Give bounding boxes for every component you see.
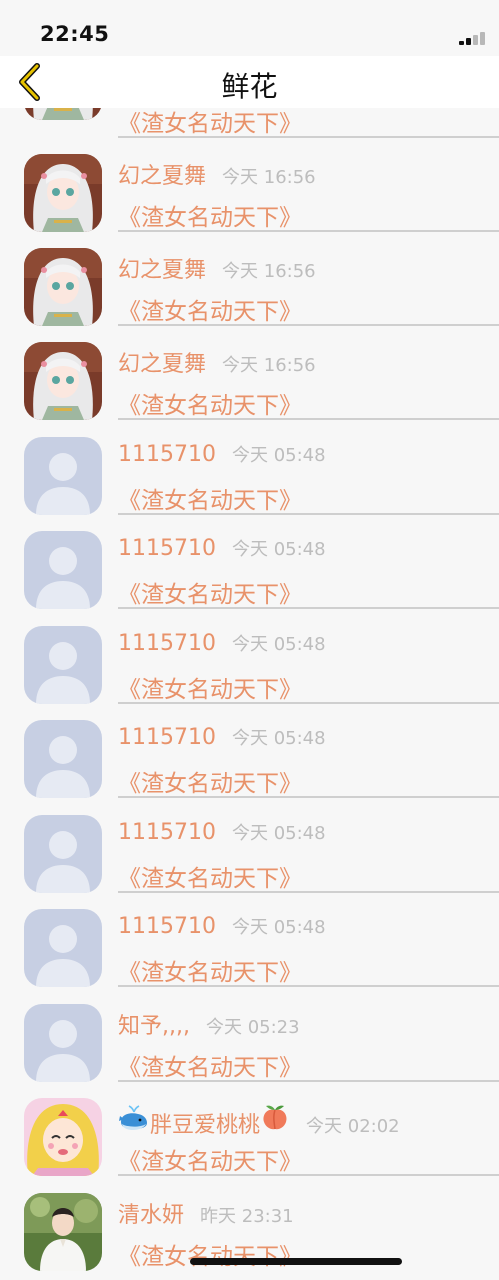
sender-name[interactable]: 幻之夏舞 <box>118 252 206 284</box>
sender-name[interactable]: 1115710 <box>118 914 216 939</box>
timestamp: 今天 05:48 <box>231 539 326 560</box>
divider <box>118 1174 499 1176</box>
avatar[interactable] <box>24 437 102 515</box>
message-text: 《渣女名动天下》 <box>118 1149 302 1175</box>
message-text: 《渣女名动天下》 <box>118 1244 302 1270</box>
list-item[interactable]: 1115710 今天 05:48 《渣女名动天下》 <box>0 531 499 626</box>
page-title: 鲜花 <box>221 70 278 103</box>
divider <box>118 136 499 138</box>
divider <box>118 796 499 798</box>
avatar[interactable] <box>24 248 102 326</box>
list-item[interactable]: 1115710 今天 05:48 《渣女名动天下》 <box>0 437 499 532</box>
timestamp: 今天 05:48 <box>231 634 326 655</box>
timestamp: 今天 16:56 <box>222 261 316 282</box>
peach-icon <box>260 1102 290 1136</box>
avatar[interactable] <box>24 1004 102 1082</box>
avatar[interactable] <box>24 720 102 798</box>
timestamp: 今天 05:23 <box>205 1017 300 1038</box>
status-time: 22:45 <box>40 22 110 46</box>
list-item[interactable]: 胖豆爱桃桃 今天 02:02 《渣女名动天下》 <box>0 1098 499 1193</box>
divider <box>118 324 499 326</box>
message-text: 《渣女名动天下》 <box>118 866 302 892</box>
signal-icon <box>459 31 491 45</box>
message-text: 《渣女名动天下》 <box>118 1055 302 1081</box>
timestamp: 今天 05:48 <box>231 445 326 466</box>
list-item[interactable]: 知予,,,, 今天 05:23 《渣女名动天下》 <box>0 1004 499 1099</box>
gift-message-list: 《渣女名动天下》 幻之夏舞 今天 16:56 《渣女名动天下》 幻之夏舞 今天 … <box>0 0 499 1280</box>
sender-name[interactable]: 1115710 <box>118 442 216 467</box>
timestamp: 今天 05:48 <box>231 728 326 749</box>
timestamp: 昨天 23:31 <box>200 1206 294 1227</box>
divider <box>118 418 499 420</box>
message-text: 《渣女名动天下》 <box>118 771 302 797</box>
list-item[interactable]: 清水妍 昨天 23:31 《渣女名动天下》 <box>0 1193 499 1280</box>
avatar[interactable] <box>24 626 102 704</box>
sender-name[interactable]: 清水妍 <box>118 1197 184 1229</box>
avatar[interactable] <box>24 531 102 609</box>
home-indicator <box>190 1258 402 1265</box>
sender-name[interactable]: 胖豆爱桃桃 <box>150 1107 260 1139</box>
divider <box>118 513 499 515</box>
message-text: 《渣女名动天下》 <box>118 111 302 137</box>
timestamp: 今天 16:56 <box>222 355 316 376</box>
sender-name[interactable]: 1115710 <box>118 536 216 561</box>
message-text: 《渣女名动天下》 <box>118 205 302 231</box>
sender-name[interactable]: 1115710 <box>118 820 216 845</box>
avatar[interactable] <box>24 1098 102 1176</box>
message-text: 《渣女名动天下》 <box>118 393 302 419</box>
sender-name[interactable]: 幻之夏舞 <box>118 346 206 378</box>
timestamp: 今天 05:48 <box>231 823 326 844</box>
list-item[interactable]: 1115710 今天 05:48 《渣女名动天下》 <box>0 626 499 721</box>
sender-name[interactable]: 知予,,,, <box>118 1008 190 1040</box>
sender-name[interactable]: 幻之夏舞 <box>118 158 206 190</box>
list-item[interactable]: 1115710 今天 05:48 《渣女名动天下》 <box>0 909 499 1004</box>
divider <box>118 702 499 704</box>
divider <box>118 891 499 893</box>
avatar[interactable] <box>24 815 102 893</box>
divider <box>118 1080 499 1082</box>
divider <box>118 985 499 987</box>
message-text: 《渣女名动天下》 <box>118 582 302 608</box>
sender-name[interactable]: 1115710 <box>118 725 216 750</box>
status-bar: 22:45 <box>0 0 499 56</box>
timestamp: 今天 05:48 <box>231 917 326 938</box>
timestamp: 今天 02:02 <box>306 1116 400 1137</box>
avatar[interactable] <box>24 909 102 987</box>
list-item[interactable]: 幻之夏舞 今天 16:56 《渣女名动天下》 <box>0 342 499 437</box>
message-text: 《渣女名动天下》 <box>118 677 302 703</box>
message-text: 《渣女名动天下》 <box>118 960 302 986</box>
list-item[interactable]: 幻之夏舞 今天 16:56 《渣女名动天下》 <box>0 248 499 343</box>
timestamp: 今天 16:56 <box>222 167 316 188</box>
list-item[interactable]: 1115710 今天 05:48 《渣女名动天下》 <box>0 720 499 815</box>
whale-icon <box>118 1104 150 1136</box>
divider <box>118 230 499 232</box>
nav-bar: 鲜花 <box>0 56 499 108</box>
avatar[interactable] <box>24 154 102 232</box>
list-item[interactable]: 1115710 今天 05:48 《渣女名动天下》 <box>0 815 499 910</box>
avatar[interactable] <box>24 342 102 420</box>
avatar[interactable] <box>24 1193 102 1271</box>
divider <box>118 607 499 609</box>
list-item[interactable]: 幻之夏舞 今天 16:56 《渣女名动天下》 <box>0 154 499 249</box>
message-text: 《渣女名动天下》 <box>118 488 302 514</box>
sender-name[interactable]: 1115710 <box>118 631 216 656</box>
message-text: 《渣女名动天下》 <box>118 299 302 325</box>
